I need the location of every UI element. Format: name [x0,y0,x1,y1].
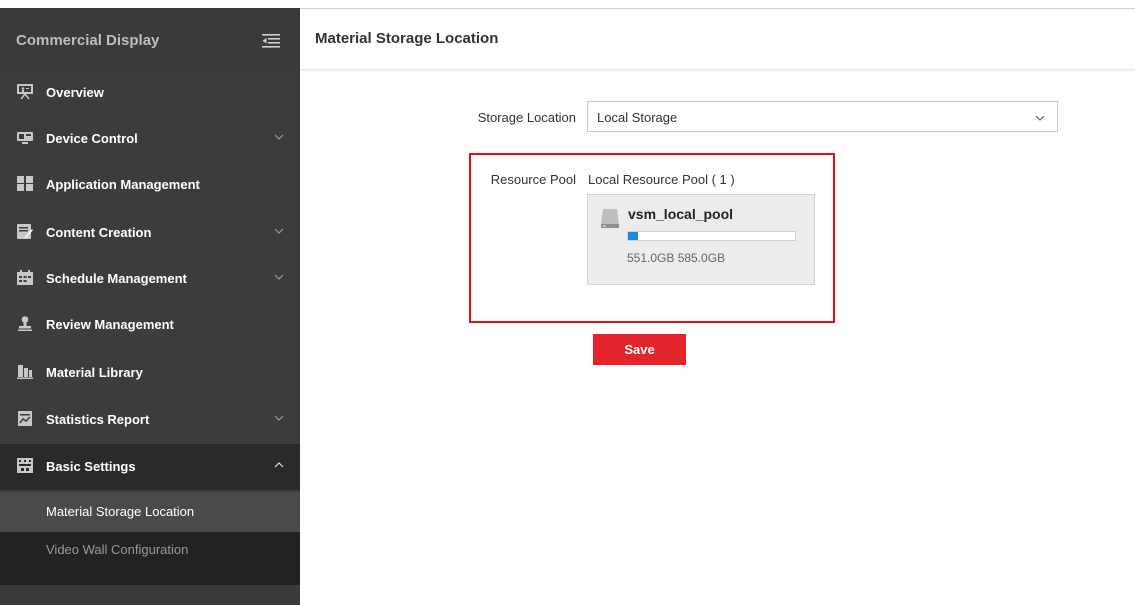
storage-location-value: Local Storage [597,110,678,125]
storage-location-select[interactable]: Local Storage [587,101,1058,132]
pool-name: vsm_local_pool [628,206,734,222]
sidebar-subitem-material-storage-location[interactable]: Material Storage Location [0,492,300,532]
library-icon [17,365,33,379]
chevron-down-icon [274,228,284,234]
collapse-menu-icon[interactable] [262,33,280,49]
sidebar-item-review-management[interactable]: Review Management [0,302,300,348]
device-icon [17,132,33,144]
sidebar-item-overview[interactable]: Overview [0,70,300,116]
chevron-up-icon [274,462,284,468]
sidebar: Commercial Display Overview Device Contr… [0,0,300,605]
sidebar-item-material-library[interactable]: Material Library [0,350,300,396]
sidebar-subitem-label: Video Wall Configuration [46,542,189,557]
page-title: Material Storage Location [315,30,499,47]
main-header: Material Storage Location [300,9,1135,70]
sidebar-item-label: Overview [46,85,104,100]
storage-location-label: Storage Location [477,110,576,125]
sidebar-item-label: Statistics Report [46,412,150,427]
chevron-down-icon [274,274,284,280]
presentation-icon [17,84,33,99]
chevron-down-icon [274,415,284,421]
resource-pool-label: Resource Pool [490,172,576,187]
sidebar-item-label: Device Control [46,131,138,146]
chevron-down-icon [1035,115,1045,121]
sidebar-item-application-management[interactable]: Application Management [0,162,300,208]
edit-icon [17,224,33,239]
sidebar-item-label: Content Creation [46,225,152,240]
pool-usage-fill [628,232,639,240]
sidebar-item-label: Basic Settings [46,459,136,474]
sidebar-item-basic-settings[interactable]: Basic Settings [0,444,300,490]
sidebar-item-label: Application Management [46,177,200,192]
report-icon [18,411,32,426]
calendar-icon [17,270,33,285]
save-button[interactable]: Save [593,334,686,365]
sidebar-item-label: Schedule Management [46,271,187,286]
sidebar-item-schedule-management[interactable]: Schedule Management [0,256,300,302]
sidebar-item-statistics-report[interactable]: Statistics Report [0,397,300,443]
sidebar-subitem-video-wall-configuration[interactable]: Video Wall Configuration [0,532,300,585]
settings-icon [17,458,33,473]
pool-size-text: 551.0GB 585.0GB [627,251,726,265]
resource-pool-card[interactable]: vsm_local_pool 551.0GB 585.0GB [587,194,815,285]
sidebar-subitem-label: Material Storage Location [46,504,195,519]
app-title: Commercial Display [16,32,160,49]
chevron-down-icon [274,134,284,140]
sidebar-item-label: Review Management [46,317,174,332]
stamp-icon [18,316,32,331]
pool-usage-bar [627,231,796,241]
sidebar-item-content-creation[interactable]: Content Creation [0,210,300,256]
sidebar-header: Commercial Display [0,8,300,70]
sidebar-item-device-control[interactable]: Device Control [0,116,300,162]
hard-disk-icon [601,209,619,228]
sidebar-item-label: Material Library [46,365,143,380]
sidebar-top-strip [0,0,300,8]
resource-pool-title: Local Resource Pool ( 1 ) [588,172,735,187]
sidebar-footer [0,585,300,605]
apps-icon [17,176,33,191]
